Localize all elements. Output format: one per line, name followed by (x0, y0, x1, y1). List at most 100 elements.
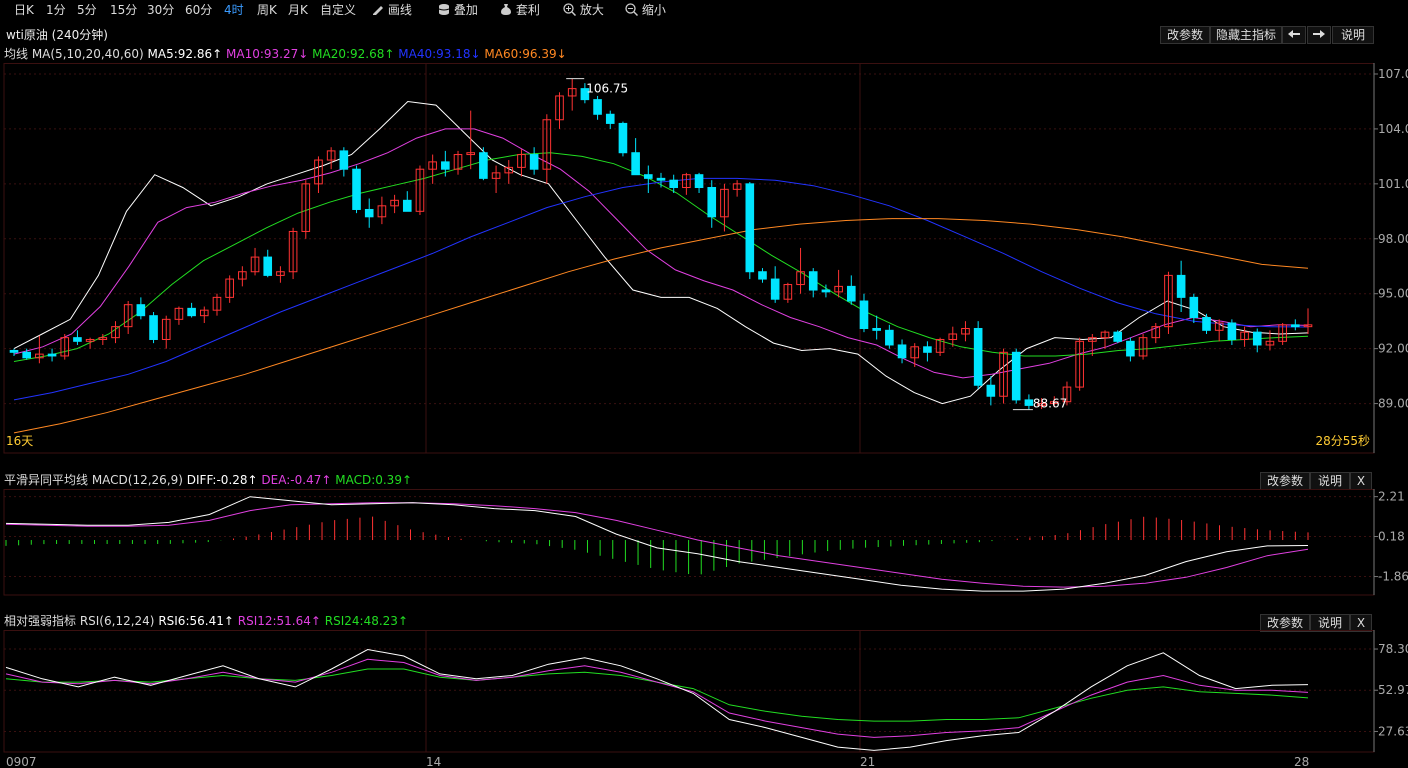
draw-line-label: 画线 (387, 3, 412, 17)
period-5min[interactable]: 5分 (77, 1, 97, 18)
zoom-out-icon (625, 3, 639, 17)
main-help-button[interactable]: 说明 (1332, 26, 1374, 44)
candle-down (897, 344, 907, 359)
candle-down (187, 307, 196, 317)
low-price-marker: 88.67 (1033, 397, 1067, 411)
candle-down (745, 183, 755, 273)
candle-down (1126, 340, 1135, 357)
candle-down (479, 152, 488, 179)
hide-main-indicator-button[interactable]: 隐藏主指标 (1210, 26, 1282, 44)
overlay-label: 叠加 (453, 3, 478, 17)
period-toolbar: 日K 1分 5分 15分 30分 60分 4时 周K 月K 自定义 画线 叠加 … (0, 0, 1408, 18)
period-daily[interactable]: 日K (14, 1, 34, 18)
date-axis-label: 28 (1294, 755, 1309, 768)
main-edit-params-button[interactable]: 改参数 (1160, 26, 1210, 44)
period-weekly[interactable]: 周K (257, 1, 277, 18)
candle-down (859, 300, 869, 329)
candle-down (758, 271, 767, 280)
candle-down (1227, 322, 1237, 340)
ma10-value: MA10:93.27↓ (226, 47, 309, 61)
macd-edit-params-button[interactable]: 改参数 (1260, 472, 1310, 490)
candle-down (770, 278, 780, 300)
rsi6-value: RSI6:56.41↑ (158, 614, 234, 628)
date-axis-label: 14 (426, 755, 441, 768)
candle-down (1202, 317, 1211, 331)
ma-legend-name: 均线 MA(5,10,20,40,60) (4, 47, 144, 61)
date-axis-label: 0907 (6, 755, 37, 768)
price-axis-label: 104.00 (1378, 122, 1408, 136)
candle-down (1176, 274, 1186, 298)
rsi-axis-label: 52.97 (1378, 683, 1408, 697)
macd-diff-line (5, 496, 1309, 592)
rsi-axis-label: 78.30 (1378, 642, 1408, 656)
scroll-left-button[interactable] (1282, 26, 1306, 44)
macd-dea-line (5, 502, 1309, 588)
candle-down (808, 271, 818, 291)
zoom-in-button[interactable]: 放大 (563, 1, 604, 18)
candle-down (1252, 331, 1262, 346)
rsi24-value: RSI24:48.23↑ (324, 614, 408, 628)
candle-down (1011, 351, 1021, 401)
period-custom[interactable]: 自定义 (320, 1, 356, 18)
date-axis-label: 21 (860, 755, 875, 768)
candle-down (656, 177, 666, 181)
macd-axis-label: 0.18 (1378, 530, 1405, 544)
rsi24-line (5, 668, 1309, 722)
elapsed-days-note: 16天 (6, 434, 33, 448)
period-monthly[interactable]: 月K (288, 1, 308, 18)
macd-legend: 平滑异同平均线 MACD(12,26,9) DIFF:-0.28↑ DEA:-0… (4, 471, 412, 489)
zoom-in-icon (563, 3, 577, 17)
price-axis-label: 92.00 (1378, 342, 1408, 356)
macd-axis-label: 2.21 (1378, 490, 1405, 504)
rsi-indicator-chart[interactable]: 78.30 52.97 27.63 0907 14 21 28 (0, 630, 1408, 768)
candle-down (136, 304, 146, 317)
candle-down (1024, 399, 1034, 406)
macd-indicator-chart[interactable]: 2.21 0.18 -1.86 (0, 489, 1408, 597)
draw-line-button[interactable]: 画线 (372, 1, 412, 18)
candle-down (973, 327, 983, 386)
ma-legend: 均线 MA(5,10,20,40,60) MA5:92.86↑ MA10:93.… (4, 45, 567, 63)
countdown-note: 28分55秒 (1315, 434, 1370, 448)
money-bag-icon (501, 4, 511, 15)
high-price-marker: 106.75 (586, 82, 628, 96)
macd-dea-value: DEA:-0.47↑ (261, 473, 332, 487)
ma-line-ma60 (13, 218, 1309, 434)
candle-down (846, 285, 856, 302)
candle-down (339, 150, 349, 170)
scroll-right-button[interactable] (1307, 26, 1331, 44)
candle-down (707, 187, 717, 218)
instrument-title: wti原油 (240分钟) (6, 28, 108, 42)
candle-down (1291, 324, 1300, 328)
price-axis-label: 89.00 (1378, 397, 1408, 411)
pencil-icon (373, 6, 383, 15)
period-1min[interactable]: 1分 (46, 1, 66, 18)
candle-down (923, 346, 932, 353)
zoom-in-label: 放大 (579, 3, 604, 17)
period-4h[interactable]: 4时 (224, 1, 244, 18)
candle-down (352, 168, 361, 210)
macd-diff-value: DIFF:-0.28↑ (186, 473, 258, 487)
arbitrage-button[interactable]: 套利 (500, 1, 540, 18)
candle-down (605, 113, 615, 124)
overlay-button[interactable]: 叠加 (438, 1, 478, 18)
arrow-right-icon (1313, 30, 1325, 38)
macd-close-button[interactable]: X (1350, 472, 1372, 490)
price-candlestick-chart[interactable]: 107.00 104.00 101.00 98.00 95.00 92.00 89.00 10… (0, 63, 1408, 455)
period-15min[interactable]: 15分 (110, 1, 137, 18)
candle-down (441, 161, 450, 170)
macd-axis-label: -1.86 (1378, 570, 1408, 584)
rsi-legend-name: 相对强弱指标 RSI(6,12,24) (4, 614, 155, 628)
candle-down (644, 174, 653, 179)
candle-down (631, 152, 640, 176)
arbitrage-label: 套利 (515, 3, 540, 17)
period-30min[interactable]: 30分 (147, 1, 174, 18)
candle-down (618, 122, 628, 154)
candle-down (529, 154, 539, 170)
macd-help-button[interactable]: 说明 (1310, 472, 1350, 490)
candle-down (149, 315, 158, 340)
ma-line-ma40 (13, 177, 1309, 401)
candle-down (402, 199, 412, 212)
candle-down (73, 337, 82, 342)
zoom-out-button[interactable]: 缩小 (625, 1, 666, 18)
period-60min[interactable]: 60分 (185, 1, 212, 18)
